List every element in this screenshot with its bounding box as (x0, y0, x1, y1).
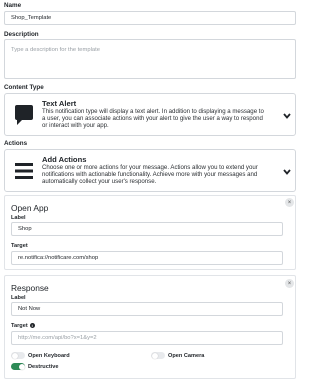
toggle-knob (18, 363, 25, 370)
actions-label: Actions (4, 140, 28, 147)
response-target-label-text: Target (11, 323, 28, 329)
open-app-title: Open App (11, 203, 49, 213)
destructive-label: Destructive (28, 364, 59, 370)
open-keyboard-label: Open Keyboard (28, 353, 70, 359)
response-title: Response (11, 283, 49, 293)
open-app-action-panel: × Open App Label Shop Target re.notifica… (4, 195, 296, 270)
name-input[interactable]: Shop_Template (4, 11, 296, 25)
toggle-knob (11, 352, 18, 359)
actions-selector[interactable]: Add Actions Choose one or more actions f… (4, 149, 296, 192)
open-app-target-input[interactable]: re.notifica://notificare.com/shop (11, 251, 283, 265)
open-app-label-label: Label (11, 215, 26, 221)
speech-bubble-icon (15, 105, 33, 125)
chevron-down-icon[interactable] (283, 113, 291, 119)
close-icon[interactable]: × (285, 279, 294, 288)
content-type-label: Content Type (4, 84, 44, 91)
name-label: Name (4, 2, 22, 9)
destructive-toggle[interactable] (11, 363, 25, 370)
open-camera-toggle[interactable] (151, 352, 165, 359)
response-label-input[interactable]: Not Now (11, 302, 283, 316)
hamburger-menu-icon (15, 163, 33, 179)
open-keyboard-toggle[interactable] (11, 352, 25, 359)
description-textarea[interactable]: Type a description for the template (4, 39, 296, 79)
open-camera-label: Open Camera (168, 353, 205, 359)
response-label-label: Label (11, 295, 26, 301)
chevron-down-icon[interactable] (283, 169, 291, 175)
content-type-selector[interactable]: Text Alert This notification type will d… (4, 93, 296, 136)
description-label: Description (4, 31, 39, 38)
info-icon[interactable]: i (29, 323, 35, 328)
content-type-title: Text Alert (42, 99, 77, 108)
open-app-target-label: Target (11, 243, 28, 249)
response-action-panel: × Response Label Not Now Target i http://… (4, 275, 296, 379)
toggle-knob (151, 352, 158, 359)
response-target-input[interactable]: http://me.com/api/bo?x=1&y=2 (11, 331, 283, 345)
close-icon[interactable]: × (285, 198, 294, 207)
actions-description: Choose one or more actions for your mess… (42, 164, 258, 186)
response-target-label: Target i (11, 323, 35, 329)
actions-title: Add Actions (42, 155, 87, 164)
open-app-label-input[interactable]: Shop (11, 222, 283, 236)
content-type-description: This notification type will display a te… (42, 108, 264, 130)
